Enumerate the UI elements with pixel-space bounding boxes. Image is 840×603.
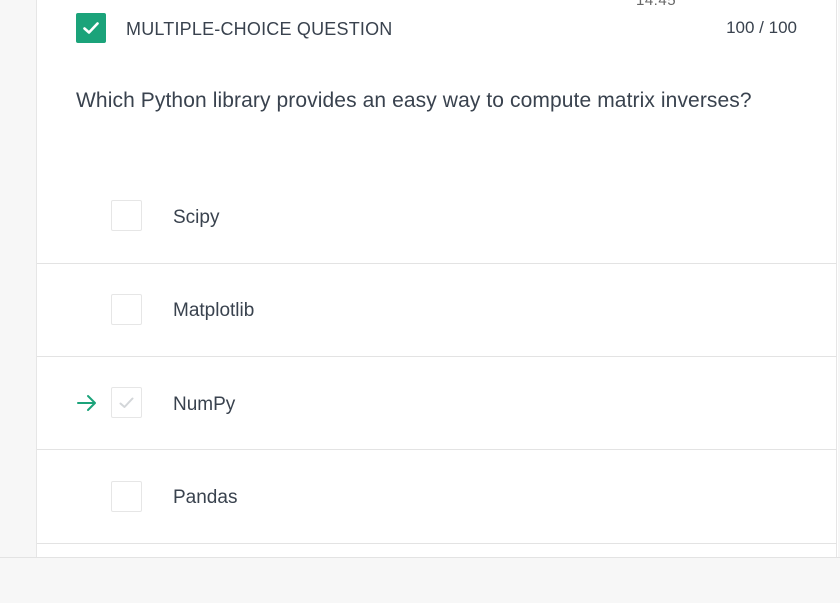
question-prompt: Which Python library provides an easy wa… — [76, 89, 752, 112]
option-label: NumPy — [173, 394, 236, 415]
option-matplotlib[interactable]: Matplotlib — [37, 264, 837, 357]
checkbox[interactable] — [111, 200, 142, 231]
quiz-page: 14:45 MULTIPLE-CHOICE QUESTION 100 / 100… — [0, 0, 840, 603]
footer-band — [0, 557, 840, 603]
option-label: Scipy — [173, 207, 220, 228]
checkbox[interactable] — [111, 294, 142, 325]
left-gutter — [0, 0, 36, 557]
option-pandas[interactable]: Pandas — [37, 451, 837, 544]
arrow-right-icon — [77, 394, 97, 417]
option-label: Matplotlib — [173, 300, 255, 321]
score-text: 100 / 100 — [726, 18, 797, 37]
checkbox-checked[interactable] — [111, 387, 142, 418]
correct-status-icon — [76, 13, 106, 43]
timer-text: 14:45 — [636, 0, 677, 9]
question-type-label: MULTIPLE-CHOICE QUESTION — [126, 19, 393, 39]
option-numpy[interactable]: NumPy — [37, 357, 837, 450]
checkbox[interactable] — [111, 481, 142, 512]
option-label: Pandas — [173, 487, 238, 508]
option-scipy[interactable]: Scipy — [37, 171, 837, 264]
